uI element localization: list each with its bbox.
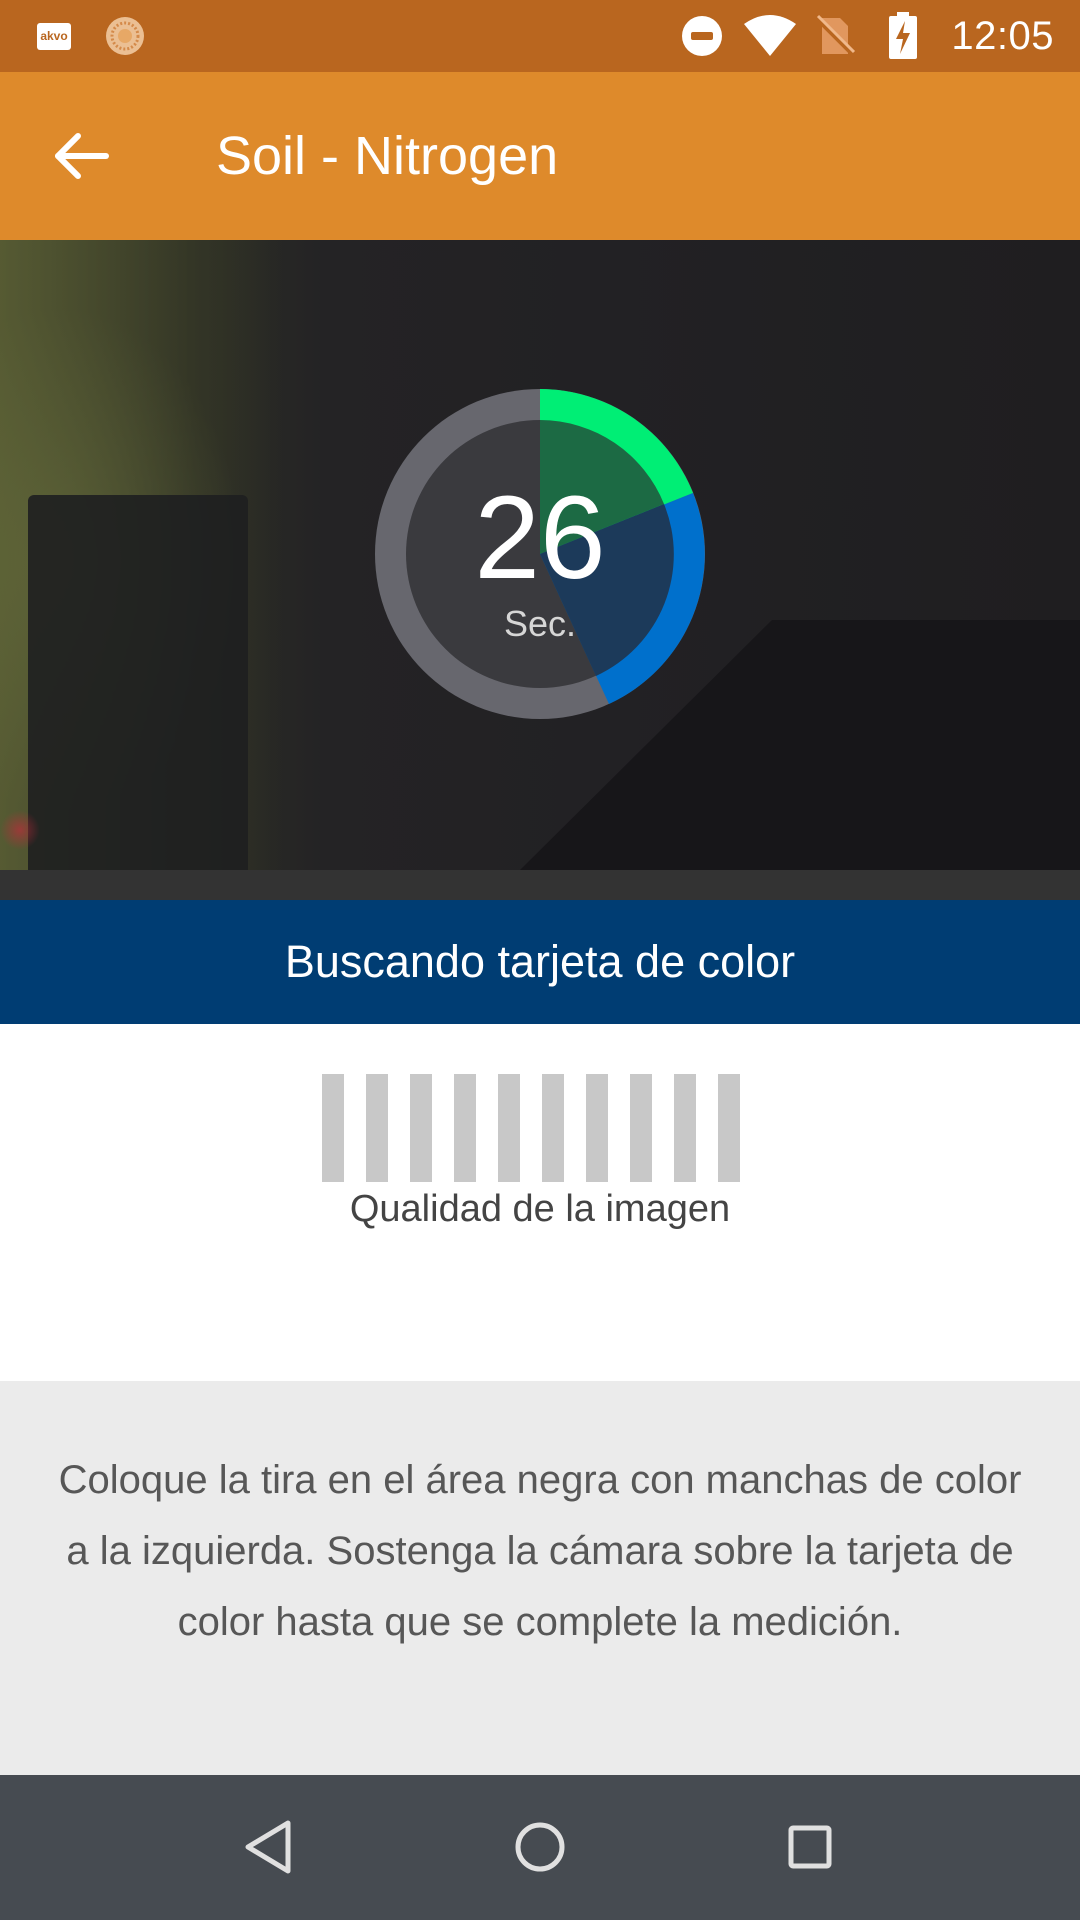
instructions-panel: Coloque la tira en el área negra con man… (0, 1381, 1080, 1775)
sun-notification-icon (106, 17, 144, 55)
quality-bar (718, 1074, 740, 1182)
quality-bar (674, 1074, 696, 1182)
quality-bar (542, 1074, 564, 1182)
app-bar: Soil - Nitrogen (0, 72, 1080, 240)
divider (0, 870, 1080, 900)
back-triangle-icon[interactable] (238, 1815, 302, 1879)
timer-count: 26 (474, 472, 606, 604)
quality-bar (366, 1074, 388, 1182)
status-message: Buscando tarjeta de color (0, 900, 1080, 1024)
status-time: 12:05 (951, 14, 1054, 58)
quality-bar (630, 1074, 652, 1182)
wifi-icon (744, 15, 796, 56)
navigation-bar (0, 1775, 1080, 1920)
battery-charging-icon (889, 12, 917, 59)
quality-bar (410, 1074, 432, 1182)
do-not-disturb-icon (682, 16, 722, 56)
status-bar: akvo 12:05 (0, 0, 1080, 72)
akvo-notification-icon: akvo (37, 23, 71, 50)
quality-bars (322, 1074, 742, 1182)
countdown-timer: 26 Sec. (374, 388, 706, 720)
quality-label: Qualidad de la imagen (349, 1188, 731, 1230)
quality-bar (322, 1074, 344, 1182)
image-quality-panel: Qualidad de la imagen (0, 1024, 1080, 1381)
no-sim-icon (814, 14, 856, 56)
camera-background-light (0, 810, 40, 850)
quality-bar (498, 1074, 520, 1182)
timer-unit: Sec. (503, 603, 577, 644)
home-circle-icon[interactable] (508, 1815, 572, 1879)
page-title: Soil - Nitrogen (216, 126, 559, 186)
camera-preview: 26 Sec. (0, 240, 1080, 870)
back-button[interactable] (46, 124, 116, 188)
arrow-left-icon (55, 133, 109, 179)
camera-background-object (28, 495, 248, 870)
quality-bar (454, 1074, 476, 1182)
recents-square-icon[interactable] (778, 1815, 842, 1879)
instructions-text: Coloque la tira en el área negra con man… (58, 1458, 1022, 1644)
quality-bar (586, 1074, 608, 1182)
